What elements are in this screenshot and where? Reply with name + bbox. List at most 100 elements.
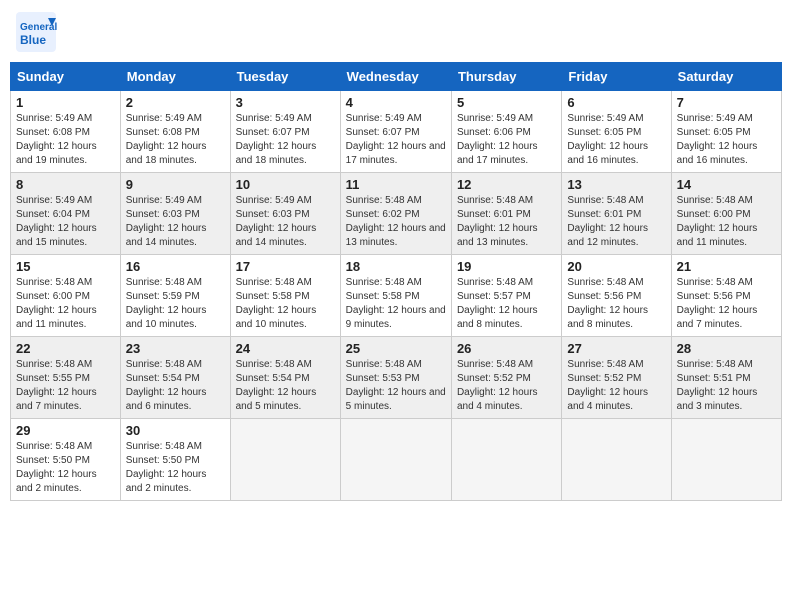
calendar-day-cell	[451, 419, 561, 501]
day-info: Sunrise: 5:48 AMSunset: 5:59 PMDaylight:…	[126, 276, 225, 332]
day-info: Sunrise: 5:48 AMSunset: 5:58 PMDaylight:…	[236, 276, 335, 332]
calendar-day-cell: 25 Sunrise: 5:48 AMSunset: 5:53 PMDayligh…	[340, 337, 451, 419]
weekday-header-thursday: Thursday	[451, 63, 561, 91]
calendar-day-cell: 2 Sunrise: 5:49 AMSunset: 6:08 PMDaylight…	[120, 91, 230, 173]
calendar-week-row: 22 Sunrise: 5:48 AMSunset: 5:55 PMDayligh…	[11, 337, 782, 419]
svg-text:Blue: Blue	[20, 33, 46, 47]
calendar-week-row: 8 Sunrise: 5:49 AMSunset: 6:04 PMDaylight…	[11, 173, 782, 255]
day-info: Sunrise: 5:48 AMSunset: 5:56 PMDaylight:…	[567, 276, 665, 332]
day-info: Sunrise: 5:49 AMSunset: 6:08 PMDaylight:…	[16, 112, 115, 168]
weekday-header-sunday: Sunday	[11, 63, 121, 91]
calendar-day-cell: 18 Sunrise: 5:48 AMSunset: 5:58 PMDayligh…	[340, 255, 451, 337]
day-info: Sunrise: 5:48 AMSunset: 5:56 PMDaylight:…	[677, 276, 776, 332]
day-info: Sunrise: 5:49 AMSunset: 6:08 PMDaylight:…	[126, 112, 225, 168]
day-number: 17	[236, 259, 335, 274]
calendar-day-cell: 24Sunrise: 5:48 AMSunset: 5:54 PMDayligh…	[230, 337, 340, 419]
calendar-day-cell: 22 Sunrise: 5:48 AMSunset: 5:55 PMDayligh…	[11, 337, 121, 419]
calendar-day-cell: 13 Sunrise: 5:48 AMSunset: 6:01 PMDayligh…	[562, 173, 671, 255]
day-number: 16	[126, 259, 225, 274]
day-number: 7	[677, 95, 776, 110]
calendar-day-cell: 4 Sunrise: 5:49 AMSunset: 6:07 PMDaylight…	[340, 91, 451, 173]
day-number: 12	[457, 177, 556, 192]
day-info: Sunrise: 5:48 AMSunset: 5:58 PMDaylight:…	[346, 276, 446, 332]
day-info: Sunrise: 5:48 AMSunset: 5:55 PMDaylight:…	[16, 358, 115, 414]
day-number: 6	[567, 95, 665, 110]
day-number: 15	[16, 259, 115, 274]
day-info: Sunrise: 5:49 AMSunset: 6:05 PMDaylight:…	[677, 112, 776, 168]
day-number: 23	[126, 341, 225, 356]
logo-icon: General Blue	[14, 10, 58, 54]
day-number: 10	[236, 177, 335, 192]
day-info: Sunrise: 5:48 AMSunset: 5:52 PMDaylight:…	[567, 358, 665, 414]
day-info: Sunrise: 5:49 AMSunset: 6:03 PMDaylight:…	[126, 194, 225, 250]
day-number: 13	[567, 177, 665, 192]
day-number: 11	[346, 177, 446, 192]
day-info: Sunrise: 5:48 AMSunset: 6:00 PMDaylight:…	[677, 194, 776, 250]
day-info: Sunrise: 5:48 AMSunset: 5:53 PMDaylight:…	[346, 358, 446, 414]
calendar-week-row: 15 Sunrise: 5:48 AMSunset: 6:00 PMDayligh…	[11, 255, 782, 337]
day-info: Sunrise: 5:49 AMSunset: 6:07 PMDaylight:…	[236, 112, 335, 168]
calendar-day-cell: 7 Sunrise: 5:49 AMSunset: 6:05 PMDaylight…	[671, 91, 781, 173]
day-number: 24	[236, 341, 335, 356]
day-info: Sunrise: 5:48 AMSunset: 6:00 PMDaylight:…	[16, 276, 115, 332]
calendar-day-cell: 15 Sunrise: 5:48 AMSunset: 6:00 PMDayligh…	[11, 255, 121, 337]
weekday-header-wednesday: Wednesday	[340, 63, 451, 91]
day-number: 19	[457, 259, 556, 274]
calendar-day-cell: 6Sunrise: 5:49 AMSunset: 6:05 PMDaylight…	[562, 91, 671, 173]
calendar-day-cell: 28 Sunrise: 5:48 AMSunset: 5:51 PMDayligh…	[671, 337, 781, 419]
day-number: 14	[677, 177, 776, 192]
day-info: Sunrise: 5:48 AMSunset: 5:54 PMDaylight:…	[126, 358, 225, 414]
calendar-day-cell: 29 Sunrise: 5:48 AMSunset: 5:50 PMDayligh…	[11, 419, 121, 501]
page-header: General Blue	[10, 10, 782, 54]
day-number: 30	[126, 423, 225, 438]
day-number: 1	[16, 95, 115, 110]
calendar-week-row: 29 Sunrise: 5:48 AMSunset: 5:50 PMDayligh…	[11, 419, 782, 501]
day-number: 29	[16, 423, 115, 438]
weekday-header-tuesday: Tuesday	[230, 63, 340, 91]
day-number: 4	[346, 95, 446, 110]
day-number: 2	[126, 95, 225, 110]
day-info: Sunrise: 5:48 AMSunset: 5:57 PMDaylight:…	[457, 276, 556, 332]
day-number: 18	[346, 259, 446, 274]
calendar-day-cell: 11 Sunrise: 5:48 AMSunset: 6:02 PMDayligh…	[340, 173, 451, 255]
calendar-day-cell: 17 Sunrise: 5:48 AMSunset: 5:58 PMDayligh…	[230, 255, 340, 337]
day-info: Sunrise: 5:48 AMSunset: 6:01 PMDaylight:…	[567, 194, 665, 250]
day-number: 27	[567, 341, 665, 356]
calendar-day-cell: 9Sunrise: 5:49 AMSunset: 6:03 PMDaylight…	[120, 173, 230, 255]
calendar-body: 1 Sunrise: 5:49 AMSunset: 6:08 PMDaylight…	[11, 91, 782, 501]
calendar-day-cell: 10 Sunrise: 5:49 AMSunset: 6:03 PMDayligh…	[230, 173, 340, 255]
weekday-header-saturday: Saturday	[671, 63, 781, 91]
calendar-day-cell: 26 Sunrise: 5:48 AMSunset: 5:52 PMDayligh…	[451, 337, 561, 419]
calendar-day-cell: 5Sunrise: 5:49 AMSunset: 6:06 PMDaylight…	[451, 91, 561, 173]
calendar-day-cell: 30Sunrise: 5:48 AMSunset: 5:50 PMDayligh…	[120, 419, 230, 501]
day-number: 26	[457, 341, 556, 356]
calendar-day-cell: 20Sunrise: 5:48 AMSunset: 5:56 PMDayligh…	[562, 255, 671, 337]
calendar-day-cell: 21 Sunrise: 5:48 AMSunset: 5:56 PMDayligh…	[671, 255, 781, 337]
day-info: Sunrise: 5:48 AMSunset: 5:51 PMDaylight:…	[677, 358, 776, 414]
day-number: 3	[236, 95, 335, 110]
calendar-week-row: 1 Sunrise: 5:49 AMSunset: 6:08 PMDaylight…	[11, 91, 782, 173]
day-info: Sunrise: 5:48 AMSunset: 6:02 PMDaylight:…	[346, 194, 446, 250]
day-info: Sunrise: 5:48 AMSunset: 5:50 PMDaylight:…	[16, 440, 115, 496]
day-info: Sunrise: 5:49 AMSunset: 6:07 PMDaylight:…	[346, 112, 446, 168]
day-number: 22	[16, 341, 115, 356]
calendar-day-cell: 12 Sunrise: 5:48 AMSunset: 6:01 PMDayligh…	[451, 173, 561, 255]
day-info: Sunrise: 5:49 AMSunset: 6:06 PMDaylight:…	[457, 112, 556, 168]
calendar-day-cell	[562, 419, 671, 501]
day-number: 8	[16, 177, 115, 192]
calendar-day-cell: 8 Sunrise: 5:49 AMSunset: 6:04 PMDaylight…	[11, 173, 121, 255]
day-info: Sunrise: 5:49 AMSunset: 6:03 PMDaylight:…	[236, 194, 335, 250]
calendar-day-cell: 23 Sunrise: 5:48 AMSunset: 5:54 PMDayligh…	[120, 337, 230, 419]
day-number: 21	[677, 259, 776, 274]
calendar-day-cell	[230, 419, 340, 501]
day-info: Sunrise: 5:48 AMSunset: 5:52 PMDaylight:…	[457, 358, 556, 414]
calendar-day-cell: 19 Sunrise: 5:48 AMSunset: 5:57 PMDayligh…	[451, 255, 561, 337]
day-number: 28	[677, 341, 776, 356]
day-info: Sunrise: 5:49 AMSunset: 6:04 PMDaylight:…	[16, 194, 115, 250]
day-number: 25	[346, 341, 446, 356]
day-info: Sunrise: 5:48 AMSunset: 6:01 PMDaylight:…	[457, 194, 556, 250]
calendar-day-cell: 27 Sunrise: 5:48 AMSunset: 5:52 PMDayligh…	[562, 337, 671, 419]
calendar-day-cell: 16 Sunrise: 5:48 AMSunset: 5:59 PMDayligh…	[120, 255, 230, 337]
calendar-day-cell	[671, 419, 781, 501]
calendar-day-cell: 1 Sunrise: 5:49 AMSunset: 6:08 PMDaylight…	[11, 91, 121, 173]
